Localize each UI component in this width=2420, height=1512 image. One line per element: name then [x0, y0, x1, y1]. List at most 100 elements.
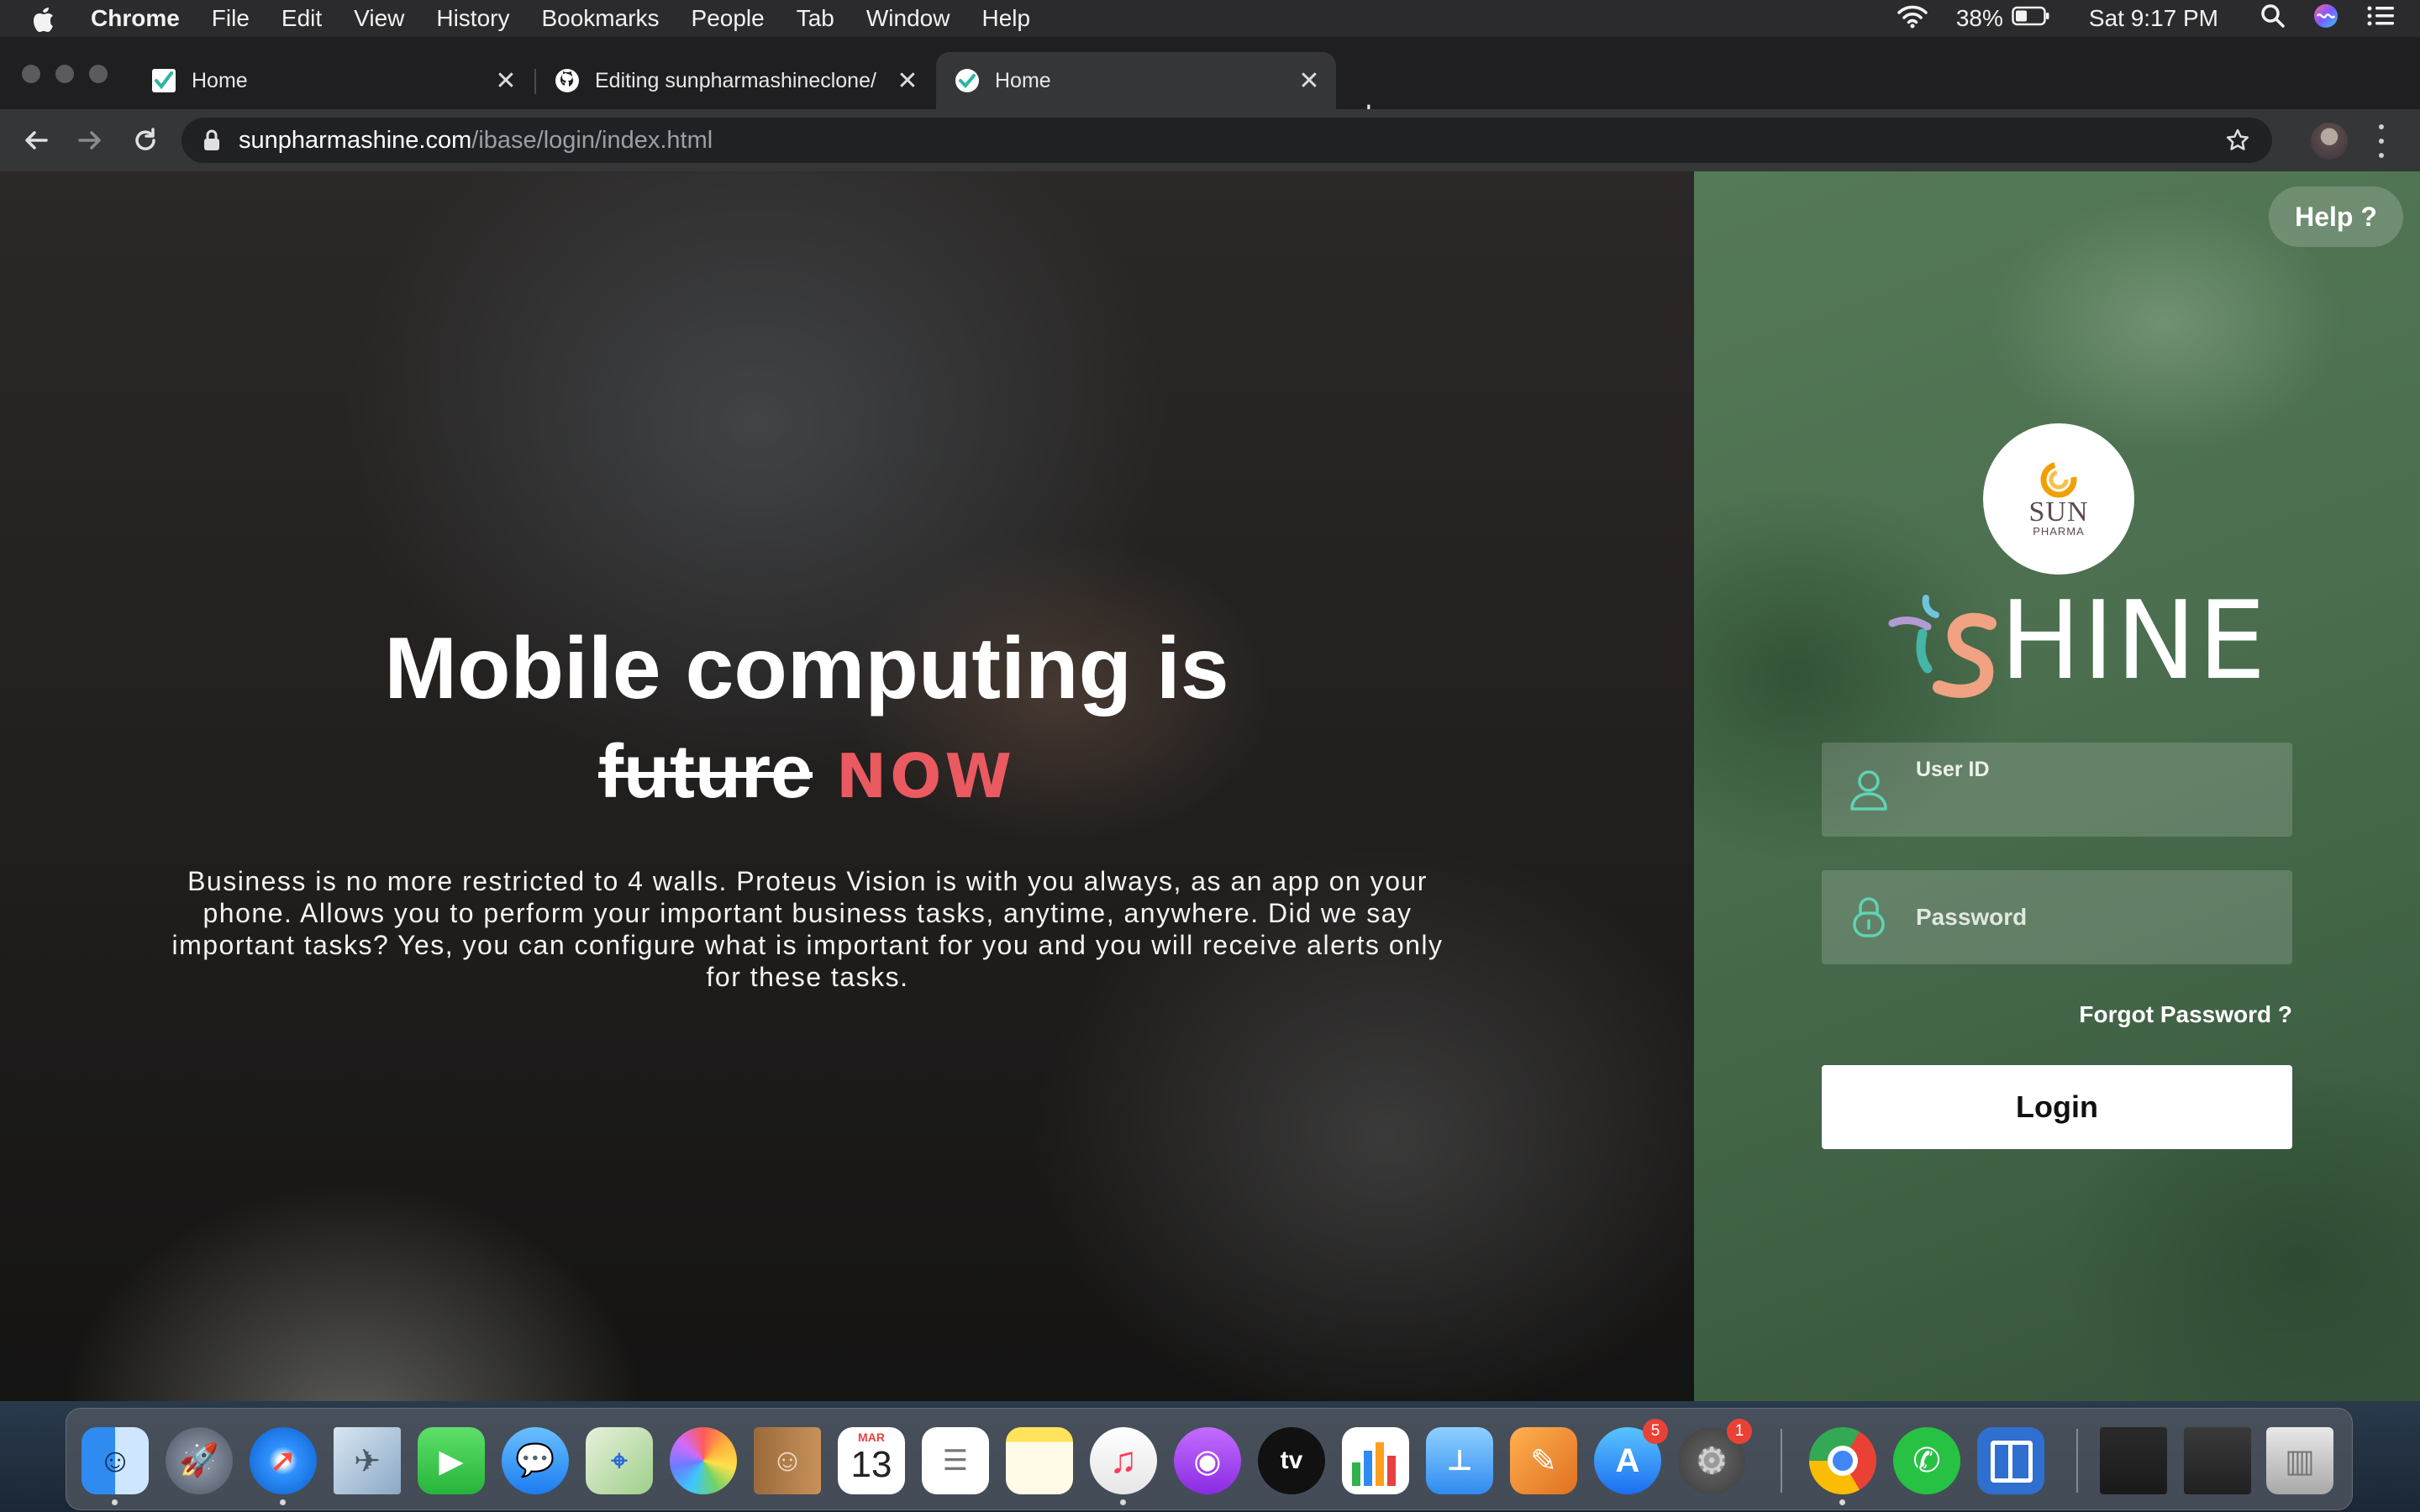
- chrome-menu-icon[interactable]: [2376, 124, 2386, 158]
- ishine-mark-icon: [1888, 595, 1996, 698]
- app-store-icon[interactable]: A 5: [1594, 1419, 1668, 1494]
- system-preferences-icon[interactable]: ⚙ 1: [1678, 1419, 1752, 1494]
- running-indicator: [1839, 1499, 1845, 1505]
- mac-menu-bar: Chrome File Edit View History Bookmarks …: [0, 0, 2420, 37]
- desktop-wallpaper-strip: ☺ 🚀 ➚ ✈ ▶ 💬 ⌖ ☺ MAR 13 ☰ ♫ ◉ tv ⊥ ✎ A 5 …: [0, 1401, 2420, 1512]
- browser-toolbar: sunpharmashine.com/ibase/login/index.htm…: [0, 109, 2420, 171]
- contacts-icon[interactable]: ☺: [754, 1427, 821, 1494]
- numbers-chart-icon[interactable]: [1342, 1427, 1409, 1494]
- menu-history[interactable]: History: [436, 5, 509, 32]
- password-input[interactable]: [1916, 870, 2277, 964]
- password-field[interactable]: [1822, 870, 2292, 964]
- mail-stamp-icon[interactable]: ✈: [334, 1427, 401, 1494]
- help-button[interactable]: Help ?: [2269, 186, 2403, 247]
- bookmark-star-icon[interactable]: [2225, 128, 2250, 157]
- hero-description: Business is no more restricted to 4 wall…: [171, 866, 1444, 992]
- reload-icon[interactable]: [128, 123, 163, 158]
- siri-icon[interactable]: [2312, 3, 2339, 35]
- messages-icon[interactable]: 💬: [502, 1427, 569, 1494]
- menu-view[interactable]: View: [354, 5, 404, 32]
- reminders-icon[interactable]: ☰: [922, 1427, 989, 1494]
- lock-icon[interactable]: [203, 129, 220, 151]
- tab-close-icon[interactable]: ✕: [892, 66, 923, 96]
- app-store-badge: 5: [1643, 1419, 1668, 1444]
- url-domain: sunpharmashine.com: [239, 126, 472, 154]
- calendar-day: 13: [850, 1444, 892, 1485]
- apple-tv-icon[interactable]: tv: [1258, 1427, 1325, 1494]
- forgot-password-link[interactable]: Forgot Password ?: [2079, 1001, 2292, 1028]
- launchpad-icon[interactable]: 🚀: [166, 1427, 233, 1494]
- check-icon: [955, 68, 980, 93]
- profile-avatar[interactable]: [2311, 123, 2348, 160]
- safari-icon[interactable]: ➚: [250, 1427, 317, 1494]
- tab-title: Editing sunpharmashineclone/: [595, 68, 876, 92]
- minimized-window-thumbnail[interactable]: [2184, 1427, 2251, 1494]
- tab-home-1[interactable]: Home ✕: [133, 52, 533, 109]
- battery-percent: 38%: [1955, 5, 2003, 31]
- menu-edit[interactable]: Edit: [281, 5, 322, 32]
- mac-dock: ☺ 🚀 ➚ ✈ ▶ 💬 ⌖ ☺ MAR 13 ☰ ♫ ◉ tv ⊥ ✎ A 5 …: [66, 1408, 2353, 1510]
- running-indicator: [112, 1499, 118, 1505]
- login-button[interactable]: Login: [1822, 1065, 2292, 1149]
- logo-sun-text: SUN: [2028, 496, 2089, 528]
- user-id-input[interactable]: [1916, 774, 2277, 837]
- web-page: Mobile computing is future NOW Business i…: [0, 171, 2420, 1401]
- menu-app-name[interactable]: Chrome: [91, 5, 180, 32]
- code-editor-icon[interactable]: [1977, 1427, 2044, 1494]
- github-icon: [555, 68, 580, 93]
- menu-help[interactable]: Help: [981, 5, 1030, 32]
- chrome-icon[interactable]: [1809, 1427, 1876, 1494]
- user-id-field[interactable]: User ID: [1822, 743, 2292, 837]
- window-zoom-button[interactable]: [89, 65, 108, 83]
- tab-home-active[interactable]: Home ✕: [936, 52, 1336, 109]
- logo-pharma-text: PHARMA: [2033, 525, 2085, 538]
- check-icon: [151, 68, 176, 93]
- photos-icon[interactable]: [670, 1427, 737, 1494]
- menu-people[interactable]: People: [692, 5, 765, 32]
- trash-icon[interactable]: ▥: [2266, 1427, 2333, 1494]
- settings-badge: 1: [1727, 1419, 1752, 1444]
- maps-icon[interactable]: ⌖: [586, 1427, 653, 1494]
- url-text[interactable]: sunpharmashine.com/ibase/login/index.htm…: [239, 127, 713, 155]
- calendar-icon[interactable]: MAR 13: [838, 1427, 905, 1494]
- tab-title: Home: [192, 68, 248, 92]
- menu-tab[interactable]: Tab: [797, 5, 834, 32]
- battery-icon[interactable]: [2012, 5, 2050, 32]
- user-icon: [1847, 768, 1891, 811]
- url-path: /ibase/login/index.html: [471, 126, 713, 154]
- menu-window[interactable]: Window: [866, 5, 950, 32]
- tab-github-editing[interactable]: Editing sunpharmashineclone/ ✕: [536, 52, 934, 109]
- back-arrow-icon[interactable]: [18, 123, 54, 158]
- menubar-clock[interactable]: Sat 9:17 PM: [2089, 5, 2218, 32]
- music-icon[interactable]: ♫: [1090, 1427, 1157, 1494]
- menu-file[interactable]: File: [212, 5, 250, 32]
- facetime-icon[interactable]: ▶: [418, 1427, 485, 1494]
- calendar-month: MAR: [858, 1431, 885, 1444]
- pages-icon[interactable]: ✎: [1510, 1427, 1577, 1494]
- whatsapp-icon[interactable]: ✆: [1893, 1427, 1960, 1494]
- apple-icon[interactable]: [30, 4, 62, 33]
- hero-title: Mobile computing is: [384, 620, 1229, 717]
- hero-struck-word: future: [598, 730, 813, 814]
- hero-section: Mobile computing is future NOW Business i…: [0, 171, 1694, 1401]
- running-indicator: [280, 1499, 286, 1505]
- tab-close-icon[interactable]: ✕: [1294, 66, 1324, 96]
- ishine-wordmark: HINE: [1884, 583, 2266, 701]
- window-close-button[interactable]: [22, 65, 40, 83]
- address-bar[interactable]: sunpharmashine.com/ibase/login/index.htm…: [182, 118, 2272, 163]
- minimized-window-thumbnail[interactable]: [2100, 1427, 2167, 1494]
- brand-shine-text: HINE: [2000, 579, 2268, 704]
- keynote-icon[interactable]: ⊥: [1426, 1427, 1493, 1494]
- tab-close-icon[interactable]: ✕: [491, 66, 521, 96]
- wifi-icon[interactable]: [1896, 3, 1929, 34]
- menu-bookmarks[interactable]: Bookmarks: [541, 5, 659, 32]
- notification-center-icon[interactable]: [2366, 4, 2395, 34]
- window-minimize-button[interactable]: [55, 65, 74, 83]
- hero-highlight-word: NOW: [836, 741, 1015, 811]
- notes-icon[interactable]: [1006, 1427, 1073, 1494]
- podcasts-icon[interactable]: ◉: [1174, 1427, 1241, 1494]
- finder-icon[interactable]: ☺: [82, 1427, 149, 1494]
- dock-divider: [1781, 1429, 1782, 1493]
- forward-arrow-icon[interactable]: [72, 123, 108, 158]
- spotlight-search-icon[interactable]: [2260, 3, 2286, 34]
